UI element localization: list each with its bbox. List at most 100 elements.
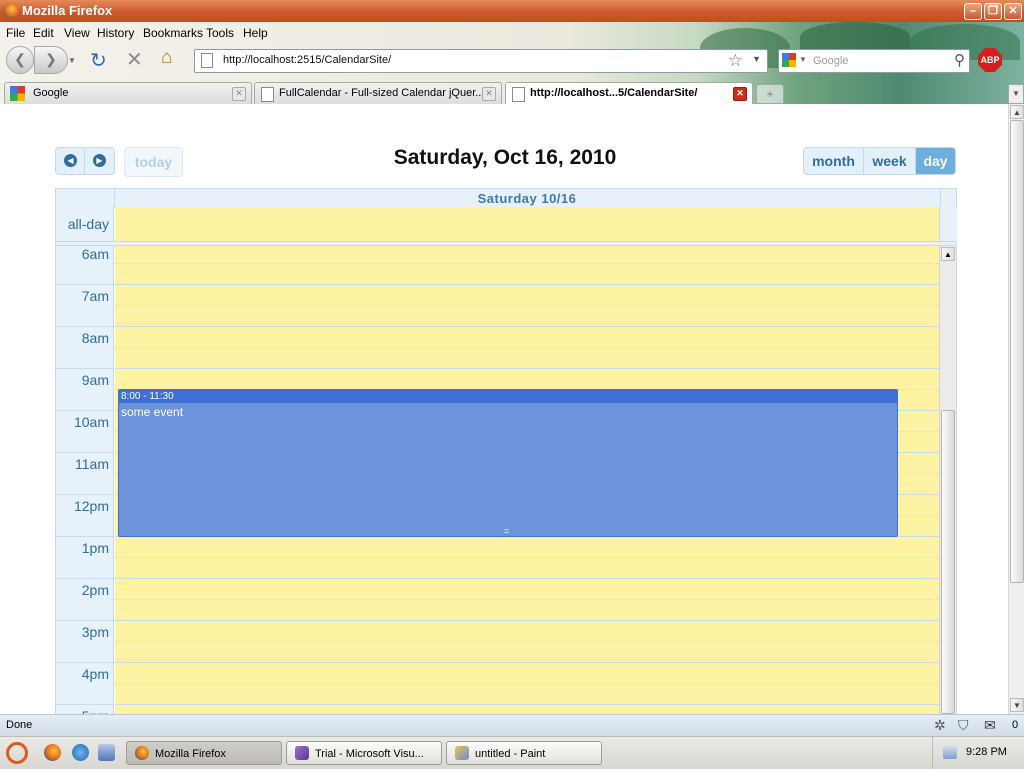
tab-close-icon[interactable]: ✕	[482, 87, 496, 101]
event-resize-handle[interactable]: =	[504, 527, 509, 536]
tab-close-icon[interactable]: ✕	[733, 87, 747, 101]
time-slot[interactable]	[115, 284, 939, 306]
time-label-8am: 8am	[56, 326, 114, 368]
page-scrollbar[interactable]: ▲ ▼	[1008, 104, 1024, 714]
forward-button[interactable]: ❯	[34, 46, 68, 74]
engine-dropdown-icon[interactable]: ▼	[799, 55, 807, 64]
google-engine-icon[interactable]	[782, 53, 796, 67]
tab-close-icon[interactable]: ✕	[232, 87, 246, 101]
day-view-button[interactable]: day	[916, 148, 955, 174]
next-arrow-icon: ▶	[93, 154, 106, 167]
time-slot[interactable]	[115, 641, 939, 663]
time-label: 3pm	[81, 624, 109, 640]
calendar-scroll-thumb[interactable]	[941, 410, 955, 714]
app-launcher-icon[interactable]	[98, 744, 115, 761]
url-bar[interactable]: http://localhost:2515/CalendarSite/ ☆ ▼	[194, 49, 768, 73]
bookmark-star-icon[interactable]: ☆	[728, 51, 743, 71]
next-button[interactable]: ▶	[85, 148, 114, 174]
page-scroll-thumb[interactable]	[1010, 120, 1024, 583]
time-slot[interactable]	[115, 347, 939, 369]
calendar-title: Saturday, Oct 16, 2010	[393, 146, 617, 169]
tab-fullcalendar[interactable]: FullCalendar - Full-sized Calendar jQuer…	[254, 82, 502, 105]
time-label-11am: 11am	[56, 452, 114, 494]
url-dropdown-icon[interactable]: ▼	[752, 54, 761, 64]
calendar-grid: Saturday 10/16 all-day 6am 7am 8am 9am 10am 1…	[55, 188, 957, 714]
page-content: ◀ ▶ today Saturday, Oct 16, 2010 month w…	[0, 104, 1008, 714]
stop-icon[interactable]: ✕	[126, 47, 143, 72]
search-placeholder[interactable]: Google	[813, 55, 848, 67]
scroll-up-icon[interactable]: ▲	[1010, 105, 1024, 119]
time-slot[interactable]	[115, 662, 939, 684]
back-button[interactable]: ❮	[6, 46, 34, 74]
menu-help[interactable]: Help	[243, 26, 268, 40]
calendar-scrollbar[interactable]: ▲	[939, 246, 956, 714]
mail-icon[interactable]: ✉	[984, 717, 996, 734]
week-view-button[interactable]: week	[864, 148, 916, 174]
month-view-button[interactable]: month	[804, 148, 864, 174]
minimize-button[interactable]: –	[964, 3, 982, 20]
mail-count: 0	[1012, 719, 1019, 731]
menu-file[interactable]: File	[6, 26, 25, 40]
time-slot[interactable]	[115, 263, 939, 285]
time-slot[interactable]	[115, 557, 939, 579]
time-label: 9am	[81, 372, 109, 388]
restore-button[interactable]: ❐	[984, 3, 1002, 20]
time-label-12pm: 12pm	[56, 494, 114, 536]
menu-view[interactable]: View	[64, 26, 90, 40]
time-slot[interactable]	[115, 246, 939, 264]
all-day-row: all-day	[56, 207, 957, 242]
list-all-tabs-button[interactable]: ▼	[1008, 84, 1024, 104]
time-slot[interactable]	[115, 620, 939, 642]
paint-task-icon	[455, 746, 469, 760]
time-slots[interactable]: 6am7am8am9am10am11am12pm1pm2pm3pm4pm5pm …	[56, 246, 939, 714]
tab-google[interactable]: Google ✕	[4, 82, 252, 105]
taskbar-firefox[interactable]: Mozilla Firefox	[126, 741, 282, 765]
time-label: 1pm	[81, 540, 109, 556]
time-slot[interactable]	[115, 683, 939, 705]
time-label-10am: 10am	[56, 410, 114, 452]
window-titlebar[interactable]: Mozilla Firefox – ❐ ✕	[0, 0, 1024, 22]
taskbar-visual-studio[interactable]: Trial - Microsoft Visu...	[286, 741, 442, 765]
firefox-launcher-icon[interactable]	[44, 744, 61, 761]
tab-calendarsite[interactable]: http://localhost...5/CalendarSite/ ✕	[505, 82, 753, 106]
google-favicon-icon	[10, 86, 25, 101]
menu-bar: File Edit View History Bookmarks Tools H…	[0, 22, 700, 44]
menu-edit[interactable]: Edit	[33, 26, 54, 40]
reload-icon[interactable]: ↻	[90, 48, 107, 73]
time-label: 11am	[75, 456, 109, 472]
time-slot[interactable]	[115, 704, 939, 714]
start-menu-icon[interactable]	[6, 742, 28, 764]
search-bar[interactable]: ▼ Google ⚲	[778, 49, 970, 73]
calendar-event[interactable]: 8:00 - 11:30 some event =	[118, 389, 898, 537]
search-icon[interactable]: ⚲	[954, 51, 965, 69]
network-tray-icon[interactable]	[943, 745, 957, 759]
prev-button[interactable]: ◀	[56, 148, 85, 174]
today-button[interactable]: today	[124, 147, 183, 177]
status-text: Done	[6, 719, 33, 731]
home-icon[interactable]: ⌂	[161, 47, 172, 69]
close-window-button[interactable]: ✕	[1004, 3, 1022, 20]
time-slot[interactable]	[115, 599, 939, 621]
visual-studio-task-icon	[295, 746, 309, 760]
menu-tools[interactable]: Tools	[206, 26, 234, 40]
url-text[interactable]: http://localhost:2515/CalendarSite/	[223, 54, 391, 66]
shield-icon[interactable]: ⛉	[958, 717, 969, 734]
time-slot[interactable]	[115, 326, 939, 348]
menu-bookmarks[interactable]: Bookmarks	[143, 26, 203, 40]
settings-gear-icon[interactable]: ✲	[934, 717, 946, 734]
new-tab-button[interactable]: +	[756, 84, 784, 104]
taskbar-paint[interactable]: untitled - Paint	[446, 741, 602, 765]
time-label-3pm: 3pm	[56, 620, 114, 662]
time-slot[interactable]	[115, 305, 939, 327]
all-day-cell[interactable]	[115, 207, 939, 241]
calendar-scroll-up-icon[interactable]: ▲	[941, 247, 955, 261]
ie-launcher-icon[interactable]	[72, 744, 89, 761]
time-slot[interactable]	[115, 578, 939, 600]
tab-label: Google	[33, 87, 69, 99]
time-slot[interactable]	[115, 368, 939, 390]
menu-history[interactable]: History	[97, 26, 134, 40]
firefox-task-icon	[135, 746, 149, 760]
time-slot[interactable]	[115, 536, 939, 558]
scroll-down-icon[interactable]: ▼	[1010, 698, 1024, 712]
history-dropdown-icon[interactable]: ▼	[68, 56, 76, 65]
